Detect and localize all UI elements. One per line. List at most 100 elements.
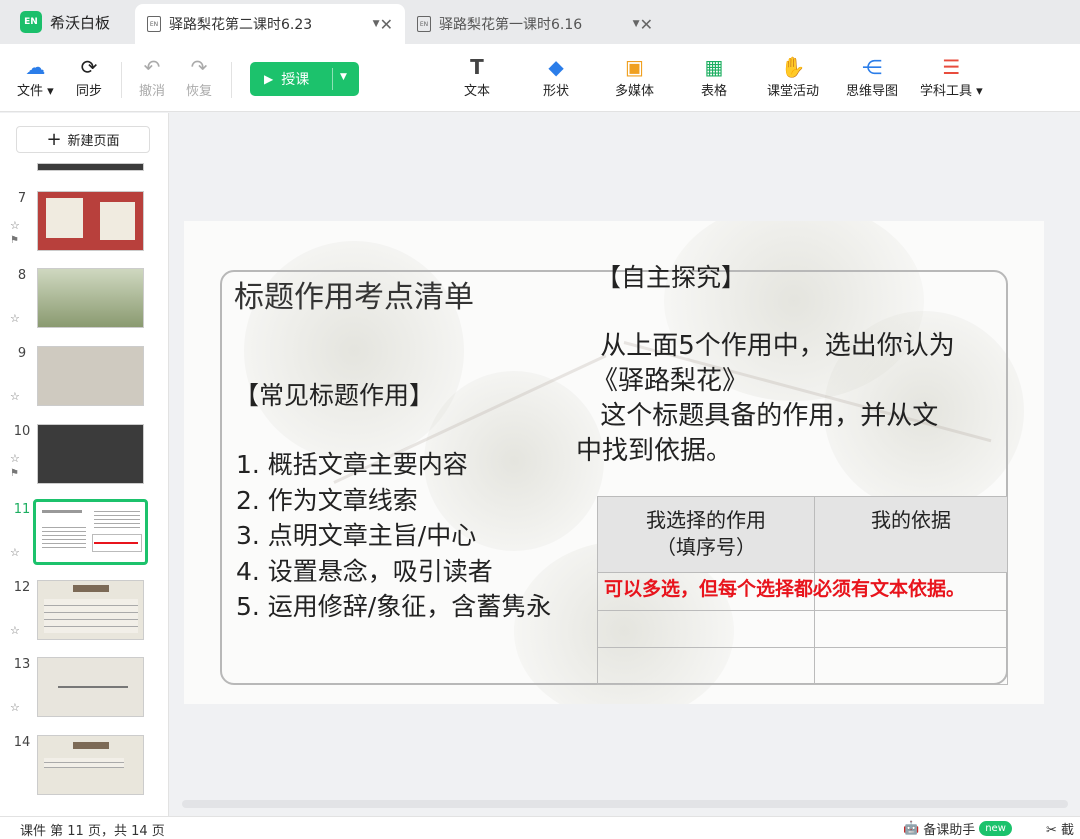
sync-icon: ⟳ xyxy=(80,55,98,79)
mindmap-tool-button[interactable]: ⋲ 思维导图 xyxy=(846,54,898,99)
thumbnail-image xyxy=(37,163,144,171)
function-item: 4. 设置悬念，吸引读者 xyxy=(236,556,493,586)
app-brand: EN 希沃白板 xyxy=(20,10,110,34)
app-name: 希沃白板 xyxy=(50,13,111,32)
thumbnail-image xyxy=(37,657,144,717)
star-icon[interactable]: ☆ xyxy=(10,219,20,232)
media-tool-label: 多媒体 xyxy=(615,84,655,99)
subject-tools-button[interactable]: ☰ 学科工具 ▾ xyxy=(920,54,983,99)
new-badge: new xyxy=(979,821,1012,836)
undo-label: 撤消 xyxy=(139,84,166,99)
page-number: 7 xyxy=(17,191,27,206)
flag-icon[interactable]: ⚑ xyxy=(10,235,19,246)
plus-icon: + xyxy=(46,129,62,150)
thumbnail-image xyxy=(37,346,144,406)
assistant-label: 备课助手 xyxy=(923,823,976,838)
requirement-note[interactable]: 可以多选，但每个选择都必须有文本依据。 xyxy=(604,574,965,601)
function-item: 5. 运用修辞/象征，含蓄隽永 xyxy=(236,592,552,621)
sync-button[interactable]: ⟳ 同步 xyxy=(76,54,102,99)
redo-button[interactable]: ↷ 恢复 xyxy=(186,54,212,99)
tab-label: 驿路梨花第二课时6.23 xyxy=(169,17,313,33)
teach-label: 授课 xyxy=(281,72,310,88)
star-icon[interactable]: ☆ xyxy=(10,312,20,325)
instruction-line: 《驿路梨花》 xyxy=(592,366,749,396)
scissors-icon: ✂ xyxy=(1046,823,1057,838)
thumbnail-image xyxy=(37,735,144,795)
new-page-button[interactable]: + 新建页面 xyxy=(16,126,150,153)
assistant-button[interactable]: 🤖 备课助手 new xyxy=(903,819,1012,838)
mindmap-icon: ⋲ xyxy=(862,55,882,79)
star-icon[interactable]: ☆ xyxy=(10,701,20,714)
star-icon[interactable]: ☆ xyxy=(10,624,20,637)
section-heading-self-study[interactable]: 【自主探究】 xyxy=(596,258,746,294)
tab-lesson-1[interactable]: EN 驿路梨花第一课时6.16 ▼ ✕ xyxy=(405,4,665,44)
thumbnail-image xyxy=(37,580,144,640)
thumbnail-image xyxy=(37,191,144,251)
table-cell[interactable] xyxy=(597,647,815,685)
text-tool-label: 文本 xyxy=(464,84,491,99)
table-tool-label: 表格 xyxy=(701,84,728,99)
shape-icon: ◆ xyxy=(548,55,564,79)
activity-tool-button[interactable]: ✋ 课堂活动 xyxy=(767,54,819,99)
star-icon[interactable]: ☆ xyxy=(10,452,20,465)
page-number: 11 xyxy=(13,502,31,517)
shape-tool-button[interactable]: ◆ 形状 xyxy=(543,54,569,99)
thumbnail-image-selected xyxy=(33,499,148,565)
page-number: 13 xyxy=(13,657,31,672)
tab-label: 驿路梨花第一课时6.16 xyxy=(439,17,583,33)
header-label: 我的依据 xyxy=(871,508,951,532)
cloud-icon: ☁ xyxy=(25,55,46,79)
page-number: 8 xyxy=(17,268,27,283)
toolbar: ☁ 文件 ▾ ⟳ 同步 ↶ 撤消 ↷ 恢复 T 文本 ◆ 形状 ▣ 多媒体 ▦ … xyxy=(0,44,1080,112)
teach-button[interactable]: ▶ 授课 ▼ xyxy=(250,62,359,96)
screenshot-button[interactable]: ✂ 截 xyxy=(1046,819,1074,838)
table-header-cell[interactable]: 我的依据 xyxy=(814,496,1008,573)
tab-dropdown-icon[interactable]: ▼ xyxy=(633,19,640,29)
slide-title[interactable]: 标题作用考点清单 xyxy=(234,272,474,316)
instruction-text[interactable]: 从上面5个作用中，选出你认为 《驿路梨花》 这个标题具备的作用，并从文 中找到依… xyxy=(576,329,972,469)
table-cell[interactable] xyxy=(597,610,815,648)
flag-icon[interactable]: ⚑ xyxy=(10,468,19,479)
tab-dropdown-icon[interactable]: ▼ xyxy=(373,19,380,29)
instruction-line: 从上面5个作用中，选出你认为 xyxy=(592,331,955,361)
thumbnail-image xyxy=(37,424,144,484)
page-number: 14 xyxy=(13,735,31,750)
activity-icon: ✋ xyxy=(780,55,806,79)
functions-list[interactable]: 1. 概括文章主要内容 2. 作为文章线索 3. 点明文章主旨/中心 4. 设置… xyxy=(236,447,551,625)
tab-lesson-2[interactable]: EN 驿路梨花第二课时6.23 ▼ ✕ xyxy=(135,4,405,44)
function-item: 3. 点明文章主旨/中心 xyxy=(236,521,477,550)
page-thumbnail-sidebar: + 新建页面 7 ☆ ⚑ 8 ☆ 9 ☆ 10 ☆ ⚑ 11 ☆ 12 ☆ 13… xyxy=(0,113,169,816)
text-tool-button[interactable]: T 文本 xyxy=(464,54,490,99)
mindmap-tool-label: 思维导图 xyxy=(846,84,899,99)
horizontal-scrollbar[interactable] xyxy=(182,800,1068,808)
play-icon: ▶ xyxy=(264,72,274,86)
star-icon[interactable]: ☆ xyxy=(10,546,20,559)
table-cell[interactable] xyxy=(814,647,1008,685)
sync-label: 同步 xyxy=(76,84,103,99)
shape-tool-label: 形状 xyxy=(543,84,570,99)
table-header-cell[interactable]: 我选择的作用 （填序号） xyxy=(597,496,815,573)
document-icon: EN xyxy=(147,16,161,32)
instruction-line: 这个标题具备的作用，并从文 xyxy=(592,401,939,431)
media-tool-button[interactable]: ▣ 多媒体 xyxy=(615,54,654,99)
file-menu-button[interactable]: ☁ 文件 ▾ xyxy=(17,54,54,99)
title-bar: EN 希沃白板 EN 驿路梨花第二课时6.23 ▼ ✕ EN 驿路梨花第一课时6… xyxy=(0,0,1080,44)
new-page-label: 新建页面 xyxy=(67,134,120,149)
star-icon[interactable]: ☆ xyxy=(10,390,20,403)
teach-dropdown-icon[interactable]: ▼ xyxy=(340,72,347,82)
table-cell[interactable] xyxy=(814,610,1008,648)
slide[interactable]: 标题作用考点清单 【常见标题作用】 1. 概括文章主要内容 2. 作为文章线索 … xyxy=(184,221,1044,704)
page-number: 10 xyxy=(13,424,31,439)
function-item: 1. 概括文章主要内容 xyxy=(236,450,468,479)
undo-button[interactable]: ↶ 撤消 xyxy=(139,54,165,99)
redo-label: 恢复 xyxy=(186,84,213,99)
section-heading-common-functions[interactable]: 【常见标题作用】 xyxy=(234,376,434,412)
header-sublabel: （填序号） xyxy=(656,535,756,559)
close-icon[interactable]: ✕ xyxy=(640,15,653,34)
close-icon[interactable]: ✕ xyxy=(380,15,393,34)
page-number: 12 xyxy=(13,580,31,595)
undo-icon: ↶ xyxy=(143,55,161,79)
table-tool-button[interactable]: ▦ 表格 xyxy=(701,54,727,99)
robot-icon: 🤖 xyxy=(903,821,920,836)
divider xyxy=(121,62,122,98)
